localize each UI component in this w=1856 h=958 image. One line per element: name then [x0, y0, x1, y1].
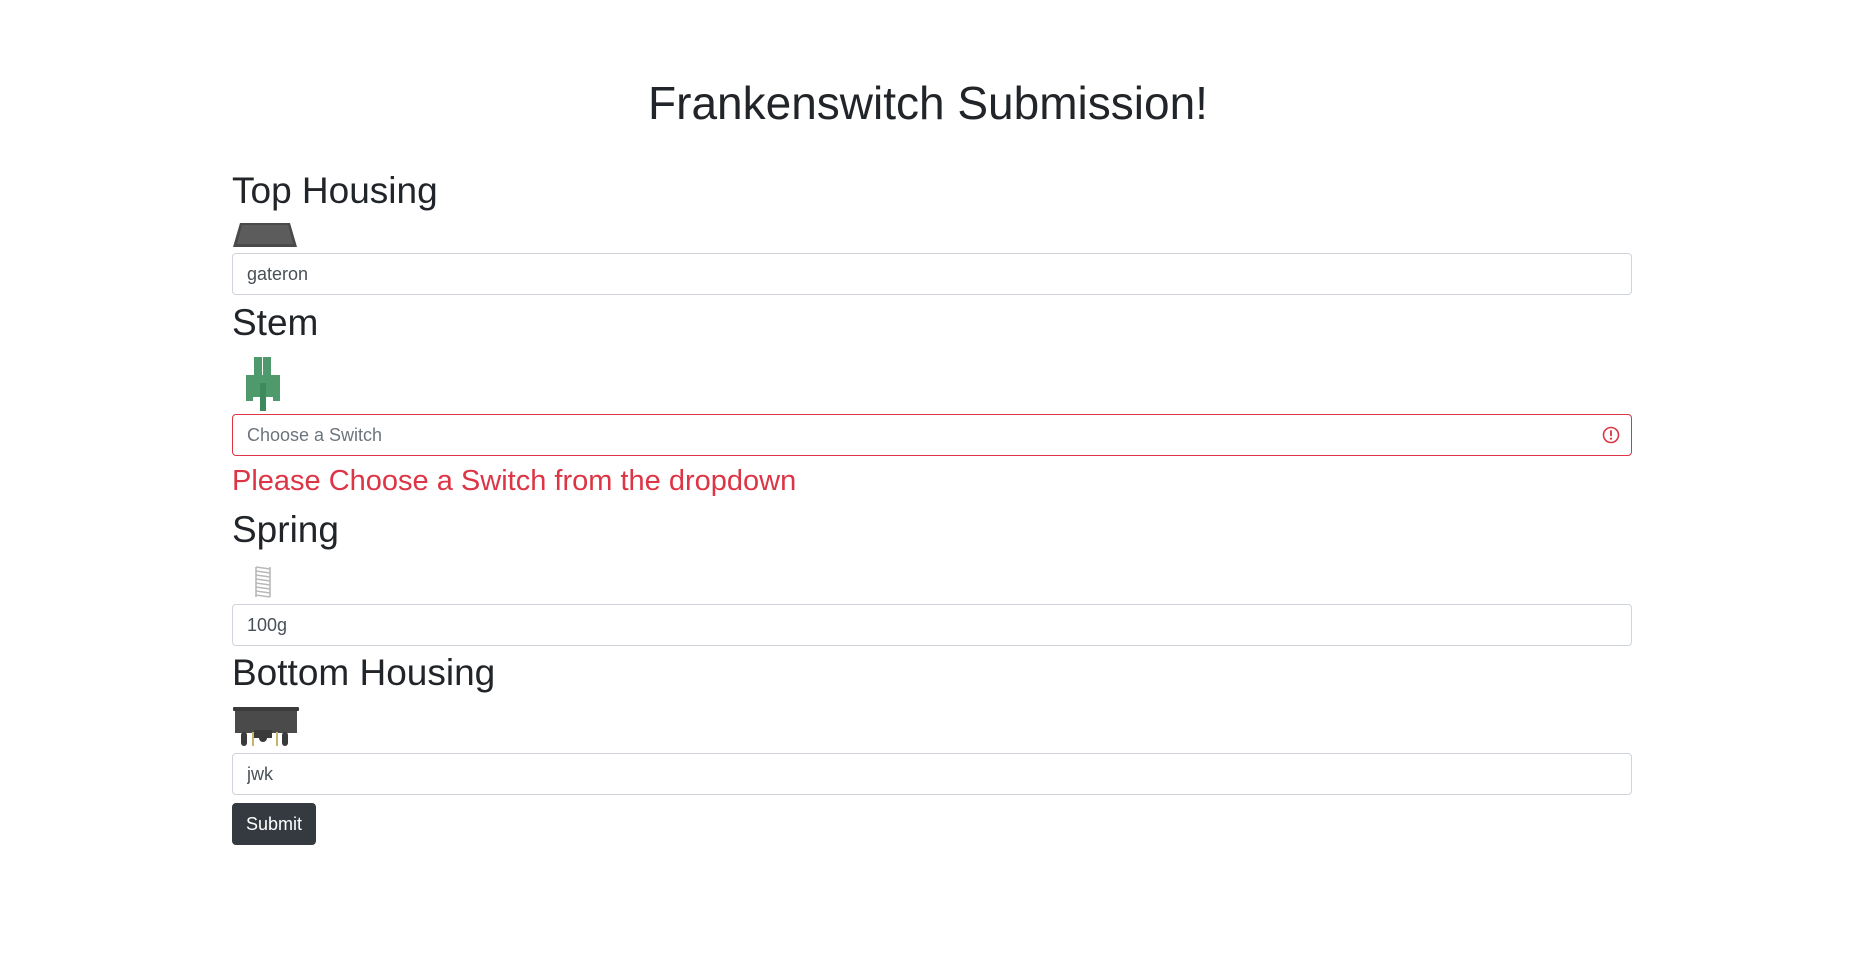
spring-icon [255, 566, 271, 598]
bottom-housing-heading: Bottom Housing [232, 652, 496, 693]
exclamation-circle-icon [1602, 426, 1620, 444]
page-title: Frankenswitch Submission! [648, 77, 1208, 129]
top-housing-input[interactable] [232, 253, 1632, 295]
spring-heading: Spring [232, 509, 339, 550]
bottom-housing-input[interactable] [232, 753, 1632, 795]
top-housing-heading: Top Housing [232, 170, 438, 211]
top-housing-icon [233, 223, 297, 247]
stem-icon [246, 357, 280, 411]
stem-select-input[interactable] [232, 414, 1632, 456]
bottom-housing-icon [233, 707, 299, 746]
submit-button[interactable]: Submit [232, 803, 316, 845]
stem-error-message: Please Choose a Switch from the dropdown [232, 465, 797, 497]
spring-input[interactable] [232, 604, 1632, 646]
stem-heading: Stem [232, 302, 319, 343]
